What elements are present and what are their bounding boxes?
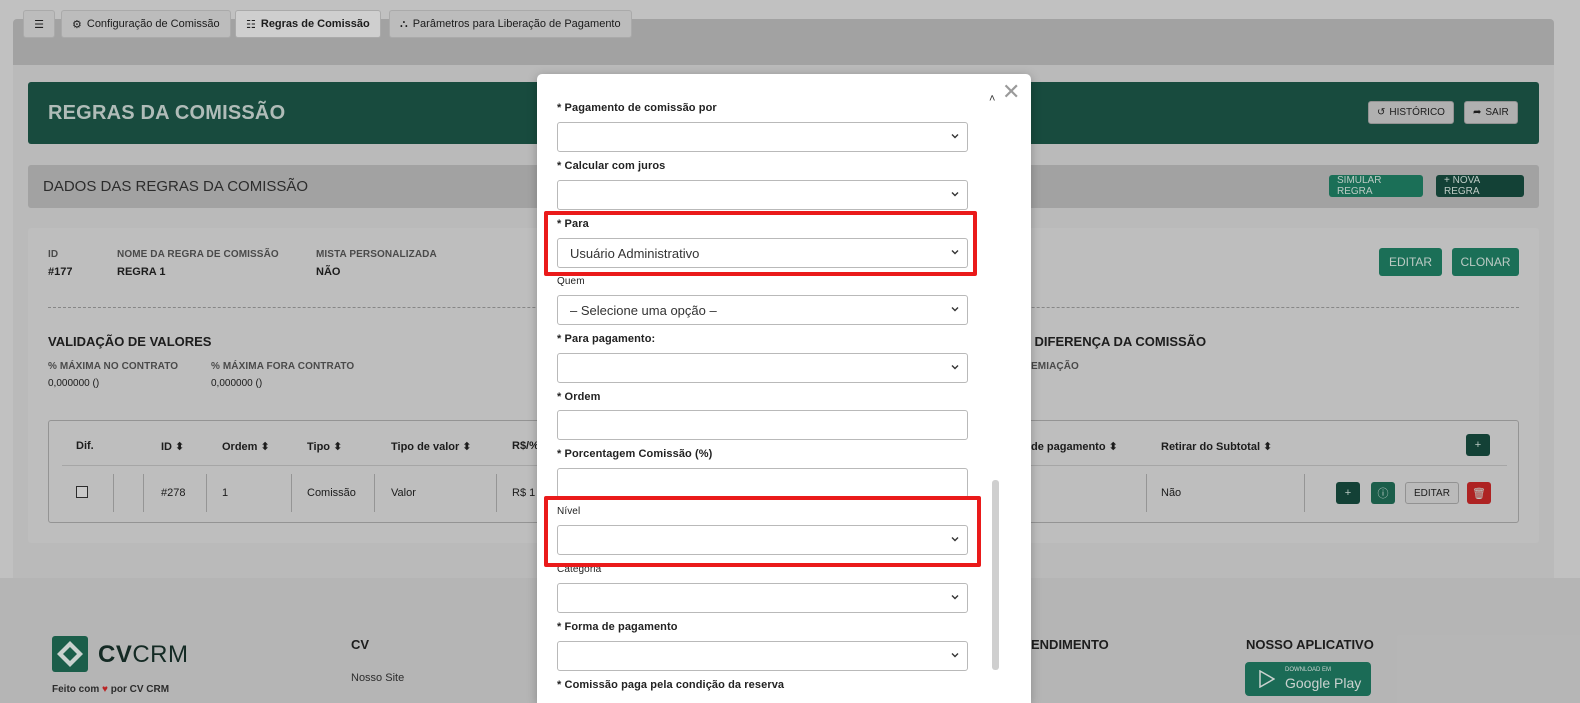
- calcular-juros-select[interactable]: [557, 180, 968, 210]
- chevron-down-icon: [951, 192, 959, 197]
- para-pagamento-select[interactable]: [557, 353, 968, 383]
- field-label-pagamento-por: * Pagamento de comissão por: [557, 102, 717, 114]
- field-label-ordem: * Ordem: [557, 391, 601, 403]
- field-label-condicao-reserva: * Comissão paga pela condição da reserva: [557, 679, 785, 691]
- quem-select[interactable]: – Selecione uma opção –: [557, 295, 968, 325]
- categoria-select[interactable]: [557, 583, 968, 613]
- chevron-down-icon: [951, 307, 959, 312]
- field-label-calcular-juros: * Calcular com juros: [557, 160, 666, 172]
- quem-select-value: – Selecione uma opção –: [570, 302, 717, 318]
- highlight-para-field: [544, 211, 977, 276]
- chevron-down-icon: [951, 595, 959, 600]
- chevron-down-icon: [951, 365, 959, 370]
- pagamento-por-select[interactable]: [557, 122, 968, 152]
- field-label-porcentagem: * Porcentagem Comissão (%): [557, 448, 713, 460]
- field-label-para-pagamento: * Para pagamento:: [557, 333, 656, 345]
- close-icon[interactable]: ✕: [1002, 81, 1020, 103]
- field-label-quem: Quem: [557, 276, 585, 287]
- forma-pagamento-select[interactable]: [557, 641, 968, 671]
- highlight-nivel-field: [544, 496, 981, 567]
- ordem-input[interactable]: [557, 410, 968, 440]
- modal-scrollbar[interactable]: [992, 480, 999, 670]
- field-label-forma-pagamento: * Forma de pagamento: [557, 621, 678, 633]
- porcentagem-input[interactable]: [557, 468, 968, 498]
- chevron-down-icon: [951, 134, 959, 139]
- chevron-down-icon: [951, 653, 959, 658]
- collapse-caret-icon[interactable]: ˄: [989, 93, 995, 105]
